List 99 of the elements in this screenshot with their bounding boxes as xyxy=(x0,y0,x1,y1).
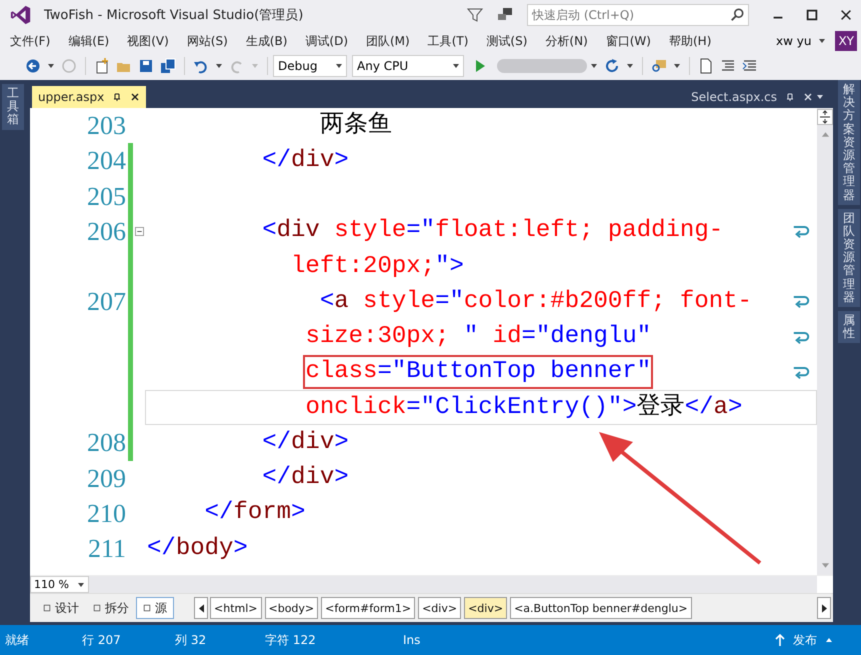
code-line: </div> xyxy=(262,146,349,176)
configuration-dropdown[interactable]: Debug xyxy=(273,55,347,77)
view-icon[interactable] xyxy=(93,604,101,612)
sidebar-tab[interactable]: 解决方案资源管理器 xyxy=(838,80,860,205)
sidebar-tab[interactable]: 属性 xyxy=(838,311,860,344)
code-line: </div> xyxy=(262,428,349,458)
insert-mode: Ins xyxy=(403,633,420,647)
line-number: 209 xyxy=(87,464,126,492)
user-name[interactable]: xw yu xyxy=(776,34,812,48)
split-icon[interactable] xyxy=(817,109,833,125)
platform-dropdown[interactable]: Any CPU xyxy=(352,55,464,77)
left-triangle-icon[interactable] xyxy=(198,604,204,612)
view-tab[interactable]: 设计 xyxy=(36,597,86,619)
menu-item[interactable]: 调试(D) xyxy=(299,32,354,50)
caret-icon[interactable] xyxy=(825,636,833,644)
line-number: 204 xyxy=(87,146,126,176)
menu-item[interactable]: 工具(T) xyxy=(422,32,474,50)
code-line: class="ButtonTop benner" xyxy=(305,357,652,388)
line-number: 203 xyxy=(87,111,126,140)
search-icon[interactable] xyxy=(730,8,744,22)
code-line: onclick="ClickEntry()">登录</a> xyxy=(305,392,742,423)
menu-item[interactable]: 编辑(E) xyxy=(62,32,116,50)
new-project-icon[interactable] xyxy=(94,58,110,74)
caret-icon[interactable] xyxy=(673,62,681,70)
view-icon[interactable] xyxy=(43,604,51,612)
breadcrumb[interactable]: <form#form1> xyxy=(321,597,416,619)
code-line: </form> xyxy=(204,498,306,528)
scroll-right-button[interactable] xyxy=(817,597,831,619)
column-indicator: 列 32 xyxy=(175,632,208,648)
right-triangle-icon[interactable] xyxy=(822,604,826,612)
code-line: </div> xyxy=(262,463,349,494)
filter-icon[interactable] xyxy=(467,7,483,23)
breadcrumb[interactable]: <div> xyxy=(418,597,462,619)
collapse-icon[interactable] xyxy=(134,226,144,236)
breadcrumb[interactable]: <html> xyxy=(210,597,262,619)
menu-item[interactable]: 窗口(W) xyxy=(600,32,657,50)
up-arrow-icon[interactable] xyxy=(775,634,785,646)
status-text: 就绪 xyxy=(5,632,30,648)
feedback-icon[interactable] xyxy=(497,7,513,23)
quick-launch-field[interactable]: 快速启动 (Ctrl+Q) xyxy=(527,4,749,26)
caret-icon[interactable] xyxy=(452,62,460,70)
vertical-scrollbar[interactable] xyxy=(817,108,833,575)
menu-item[interactable]: 视图(V) xyxy=(121,32,175,50)
caret-icon[interactable] xyxy=(816,93,824,101)
menu-item[interactable]: 帮助(H) xyxy=(662,32,718,50)
sidebar-tab[interactable]: 工具箱 xyxy=(2,84,24,130)
line-number: 206 xyxy=(87,216,126,246)
save-all-icon[interactable] xyxy=(160,58,176,74)
caret-icon[interactable] xyxy=(626,62,634,70)
line-number: 208 xyxy=(87,428,126,458)
view-tab[interactable]: 拆分 xyxy=(86,597,136,619)
line-number: 205 xyxy=(87,182,126,210)
breadcrumb[interactable]: <a.ButtonTop benner#denglu> xyxy=(510,597,692,619)
line-number: 207 xyxy=(87,287,126,316)
caret-icon[interactable] xyxy=(818,37,826,45)
refresh-icon[interactable] xyxy=(604,58,620,74)
sidebar-tab[interactable]: 团队资源管理器 xyxy=(838,208,860,307)
caret-icon[interactable] xyxy=(47,62,55,70)
user-avatar[interactable]: XY xyxy=(835,31,857,51)
view-icon[interactable] xyxy=(143,604,151,612)
code-line: <div style="float:left; padding- xyxy=(262,216,724,246)
char-indicator: 字符 122 xyxy=(265,632,317,648)
code-line: <a style="color:#b200ff; font- xyxy=(320,286,752,317)
menu-item[interactable]: 团队(M) xyxy=(360,32,416,50)
document-icon[interactable] xyxy=(698,58,714,74)
breadcrumb[interactable]: <body> xyxy=(264,597,318,619)
line-indicator: 行 207 xyxy=(82,632,122,648)
back-icon[interactable] xyxy=(25,58,41,74)
horizontal-scrollbar[interactable] xyxy=(89,576,817,593)
document-tab[interactable]: Select.aspx.cs xyxy=(685,86,833,108)
caret-icon[interactable] xyxy=(335,62,343,70)
line-number: 211 xyxy=(88,534,126,563)
close-icon[interactable] xyxy=(839,8,853,22)
line-number: 210 xyxy=(87,498,126,528)
close-icon[interactable] xyxy=(130,92,140,102)
menu-item[interactable]: 分析(N) xyxy=(539,32,594,50)
caret-icon[interactable] xyxy=(77,580,85,588)
code-line: 两条鱼 xyxy=(320,110,392,141)
zoom-dropdown[interactable]: 110 % xyxy=(30,576,89,593)
maximize-icon[interactable] xyxy=(805,8,819,22)
menu-item[interactable]: 测试(S) xyxy=(480,32,534,50)
code-line: size:30px; " id="denglu" xyxy=(305,322,652,352)
caret-icon[interactable] xyxy=(215,62,223,70)
caret-icon[interactable] xyxy=(590,62,598,70)
breadcrumb[interactable]: <div> xyxy=(464,597,508,619)
view-tab[interactable]: 源 xyxy=(136,597,174,619)
menu-item[interactable]: 文件(F) xyxy=(4,32,56,50)
window-title: TwoFish - Microsoft Visual Studio(管理员) xyxy=(44,7,304,24)
app-logo-icon xyxy=(10,4,32,26)
pin-icon[interactable] xyxy=(112,92,122,102)
document-tab[interactable]: upper.aspx xyxy=(32,86,146,108)
code-line: left:20px;"> xyxy=(291,252,464,282)
find-icon[interactable] xyxy=(651,58,667,74)
menu-item[interactable]: 网站(S) xyxy=(180,32,234,50)
scroll-left-button[interactable] xyxy=(194,597,208,619)
code-line: </body> xyxy=(147,534,248,564)
menu-item[interactable]: 生成(B) xyxy=(240,32,294,50)
publish-button[interactable]: 发布 xyxy=(793,632,817,648)
save-icon[interactable] xyxy=(138,58,154,74)
